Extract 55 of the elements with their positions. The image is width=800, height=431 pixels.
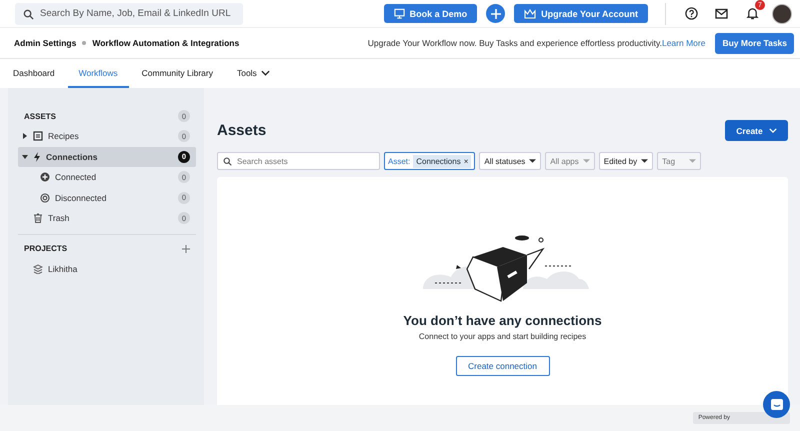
chevron-down-icon	[768, 128, 777, 133]
caret-icon	[22, 154, 28, 160]
breadcrumb[interactable]: Workflow Automation & Integrations	[92, 38, 240, 48]
bell-icon[interactable]	[746, 7, 759, 20]
section-heading: PROJECTS	[24, 244, 68, 253]
section-heading: ASSETS	[24, 112, 56, 120]
filter-dropdown[interactable]: Edited by	[598, 152, 654, 170]
project-item[interactable]: Likhitha	[18, 258, 196, 279]
trash-icon	[33, 213, 43, 224]
plus-icon[interactable]	[182, 244, 190, 252]
tab[interactable]: Tools	[226, 59, 281, 88]
item-label: Recipes	[48, 131, 80, 142]
monitor-icon	[394, 8, 405, 19]
stack-icon	[33, 264, 43, 274]
promo-text: Upgrade Your Workflow now. Buy Tasks and experience effortless productivity.Learn More	[368, 38, 706, 48]
help-icon[interactable]	[685, 7, 698, 20]
search-field[interactable]: Search By Name, Job, Email & LinkedIn URL	[15, 2, 243, 24]
empty-state-text: Connect to your apps and start building recipes	[418, 332, 586, 341]
crown-icon	[524, 8, 536, 18]
caret-icon	[582, 159, 590, 163]
caret-icon	[529, 159, 536, 163]
breadcrumb[interactable]: Admin Settings	[14, 38, 76, 48]
caret-icon	[641, 159, 648, 163]
buy-tasks-button[interactable]: Buy More Tasks	[715, 32, 794, 54]
add-button[interactable]	[486, 4, 506, 23]
lightning-icon	[33, 152, 41, 162]
document-icon	[33, 131, 43, 142]
target-icon	[40, 192, 50, 203]
item-label: Connected	[55, 172, 98, 182]
page-title: Assets	[217, 122, 266, 139]
learn-more-link[interactable]: Learn More	[662, 38, 706, 48]
avatar[interactable]	[772, 4, 792, 24]
item-label: Trash	[48, 213, 70, 224]
create-connection-button[interactable]: Create connection	[456, 356, 550, 376]
plus-icon	[490, 8, 501, 18]
empty-state-title: You don’t have any connections	[403, 313, 602, 328]
chevron-down-icon	[260, 70, 270, 76]
remove-button[interactable]: ×	[464, 156, 468, 166]
mail-icon[interactable]	[715, 8, 729, 20]
tab[interactable]: Dashboard	[2, 59, 66, 88]
caret-icon	[689, 159, 696, 163]
item-label: Connections	[46, 152, 98, 162]
create-button[interactable]: Create	[725, 120, 788, 141]
chat-icon	[770, 398, 784, 412]
filter-chip[interactable]: Asset: Connections ×	[384, 152, 476, 170]
upgrade-button[interactable]: Upgrade Your Account	[514, 4, 648, 23]
chip-label: Asset:	[388, 156, 410, 166]
filter-dropdown[interactable]: All statuses	[479, 152, 542, 170]
chip-value: Connections ×	[413, 154, 472, 168]
caret-icon	[22, 133, 28, 140]
item-label: Disconnected	[55, 192, 108, 203]
plus-circle-icon	[40, 172, 50, 182]
tab[interactable]: Community Library	[130, 59, 224, 88]
book-demo-button[interactable]: Book a Demo	[384, 4, 478, 23]
search-field[interactable]: Search assets	[217, 152, 380, 170]
